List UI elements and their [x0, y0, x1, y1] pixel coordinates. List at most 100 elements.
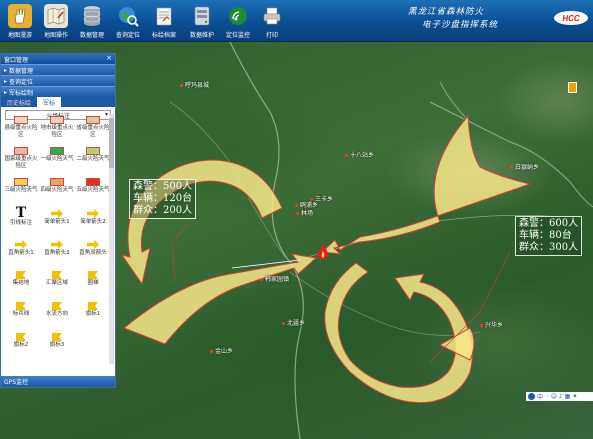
microphone-icon[interactable]: ♪	[559, 393, 563, 400]
arrow-icon	[87, 209, 99, 218]
system-title-line1: 黑龙江省森林防火	[408, 7, 485, 17]
symbol-item[interactable]: 简单箭头2	[75, 207, 109, 237]
symbol-item[interactable]: 县级重点火险区	[3, 114, 39, 144]
force-info-box-left[interactable]: 森警：500人 车辆：120台 群众：200人	[129, 179, 197, 219]
company-logo: HCC	[554, 11, 588, 25]
keyboard-icon[interactable]: ▦	[565, 393, 571, 400]
window-manager-panel: 窗口管理 × 数据管理 查询定位 军标绘制 历史标绘 军标 火场标注 ▾ 县级重…	[0, 53, 116, 388]
symbol-item[interactable]: 水流方向	[39, 300, 75, 330]
plot-tabs: 历史标绘 军标	[1, 97, 115, 107]
map-roam-button[interactable]: 地图漫游	[2, 2, 38, 40]
toolbar-label: 数据维护	[189, 32, 214, 39]
flag-icon	[52, 302, 62, 310]
symbol-label: 直角双箭头	[79, 250, 107, 256]
close-icon[interactable]: ×	[106, 54, 112, 62]
symbol-item[interactable]: 省级重点火险区	[75, 114, 109, 144]
symbol-label: 直角箭头2	[44, 250, 70, 256]
area-swatch-icon	[86, 147, 100, 155]
ime-toolbar[interactable]: 中 ◦ ☺ ♪ ▦ ✦	[526, 392, 593, 401]
menu-data-management[interactable]: 数据管理	[1, 64, 115, 75]
symbol-label: 五级火险天气	[76, 187, 109, 193]
punctuation-icon[interactable]: ◦	[545, 393, 549, 400]
symbol-label: 标兵线	[12, 311, 30, 317]
symbol-item[interactable]: 直角双箭头	[75, 238, 109, 268]
flag-icon	[88, 302, 98, 310]
toolbar-label: 打印	[265, 32, 278, 39]
symbol-item[interactable]: 五级火险天气	[75, 176, 109, 206]
tab-military-symbol[interactable]: 军标	[37, 97, 62, 107]
symbol-label: 集结地	[12, 280, 30, 286]
system-title: 黑龙江省森林防火 电子沙盘指挥系统	[400, 6, 550, 32]
map-edit-icon	[44, 4, 68, 28]
info-line: 车辆：80台	[519, 230, 572, 241]
symbol-item[interactable]: 旗标2	[3, 331, 39, 361]
symbol-item[interactable]: 标兵线	[3, 300, 39, 330]
panel-title: 窗口管理	[4, 56, 29, 64]
query-locate-button[interactable]: 查询定位	[110, 2, 146, 40]
symbol-list-scrollbar[interactable]	[109, 114, 114, 364]
symbol-item[interactable]: 旗标1	[75, 300, 109, 330]
encircle-arrow[interactable]	[324, 262, 473, 404]
ime-mode[interactable]: 中	[537, 392, 543, 401]
arrow-icon	[87, 240, 99, 249]
symbol-item[interactable]: 简单箭头1	[39, 207, 75, 237]
database-icon	[80, 4, 104, 28]
symbol-item[interactable]: T 引线标注	[3, 205, 39, 237]
location-monitor-button[interactable]: 定位监控	[220, 2, 256, 40]
place-label: 韩家园镇	[260, 274, 289, 283]
attack-arrow[interactable]	[123, 253, 318, 345]
settings-icon[interactable]: ✦	[572, 393, 577, 400]
toolbar-label: 地图操作	[43, 32, 68, 39]
info-line: 森警：600人	[519, 218, 579, 229]
symbol-item[interactable]: 一级火险天气	[39, 145, 75, 175]
area-swatch-icon	[86, 178, 100, 186]
plot-archive-button[interactable]: 标绘档案	[146, 2, 182, 40]
symbol-item[interactable]: 汇聚区域	[39, 269, 75, 299]
symbol-item[interactable]: 直角箭头2	[39, 238, 75, 268]
place-label: 北疆乡	[282, 318, 305, 327]
info-line: 森警：500人	[133, 181, 193, 192]
symbol-item[interactable]: 地市级重点火险区	[39, 114, 75, 144]
menu-gps-monitor[interactable]: GPS监控	[1, 376, 115, 387]
symbol-item[interactable]: 四级火险天气	[39, 176, 75, 206]
area-swatch-icon	[14, 178, 28, 186]
symbol-label: 简单箭头1	[44, 219, 70, 225]
map-operation-button[interactable]: 地图操作	[38, 2, 74, 40]
symbol-item[interactable]: 旗标3	[39, 331, 75, 361]
text-icon: T	[15, 205, 27, 221]
data-maintenance-button[interactable]: 数据维护	[184, 2, 220, 40]
symbol-label: 一级火险天气	[40, 156, 74, 162]
symbol-item[interactable]: 圈梯	[75, 269, 109, 299]
main-toolbar: 地图漫游 地图操作 数据管理 查询定位 标绘档案 数据维护 定位监控 打印 黑龙…	[0, 0, 593, 42]
place-label: 呼玛县城	[180, 80, 209, 89]
menu-symbol-plot[interactable]: 军标绘制	[1, 86, 115, 97]
flag-icon	[52, 271, 62, 279]
toolbar-label: 定位监控	[225, 32, 250, 39]
symbol-item[interactable]: 直角箭头1	[3, 238, 39, 268]
toolbar-label: 数据管理	[79, 32, 104, 39]
area-swatch-icon	[14, 116, 28, 124]
menu-query-locate[interactable]: 查询定位	[1, 75, 115, 86]
fire-icon[interactable]	[316, 244, 330, 260]
symbol-label: 地市级重点火险区	[40, 125, 74, 138]
symbol-label: 县级重点火险区	[4, 125, 38, 138]
emoji-icon[interactable]: ☺	[551, 393, 557, 400]
symbol-item[interactable]: 二级火险天气	[75, 145, 109, 175]
scrollbar-thumb[interactable]	[109, 118, 114, 168]
area-swatch-icon	[50, 178, 64, 186]
area-swatch-icon	[14, 147, 28, 155]
force-info-box-right[interactable]: 森警：600人 车辆：80台 群众：300人	[515, 216, 583, 256]
toolbar-label: 地图漫游	[7, 32, 32, 39]
place-label: 金山乡	[210, 346, 233, 355]
info-line: 车辆：120台	[133, 193, 193, 204]
symbol-label: 国家级重点火险区	[4, 156, 38, 169]
area-swatch-icon	[50, 147, 64, 155]
symbol-item[interactable]: 三级火险天气	[3, 176, 39, 206]
data-management-button[interactable]: 数据管理	[74, 2, 110, 40]
info-line: 群众：200人	[133, 205, 193, 216]
symbol-item[interactable]: 集结地	[3, 269, 39, 299]
tab-history-plot[interactable]: 历史标绘	[1, 97, 37, 107]
map-marker-icon[interactable]	[568, 82, 577, 93]
symbol-item[interactable]: 国家级重点火险区	[3, 145, 39, 175]
print-button[interactable]: 打印	[254, 2, 290, 40]
